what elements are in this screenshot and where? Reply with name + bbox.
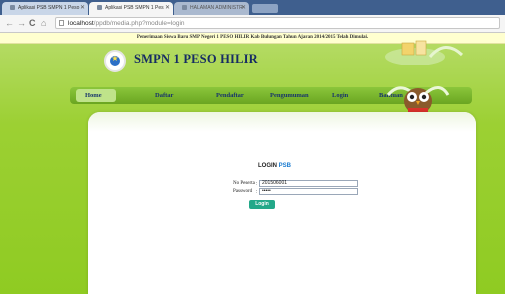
page-icon [59, 20, 64, 26]
browser-toolbar: ← → C ⌂ localhost/ppdb/media.php?module=… [0, 15, 505, 33]
menu-item-login[interactable]: Login [332, 87, 348, 104]
close-tab-icon[interactable]: ✕ [241, 2, 246, 15]
address-bar[interactable]: localhost/ppdb/media.php?module=login [55, 17, 500, 29]
menu-item-pengumuman[interactable]: Pengumuman [270, 87, 309, 104]
content-panel-shade [88, 112, 476, 132]
tab-label: Aplikasi PSB SMPN 1 Pes [105, 5, 164, 11]
tab-label: Aplikasi PSB SMPN 1 Peso [18, 5, 80, 11]
password-label: Password [233, 189, 253, 194]
colon: : [256, 189, 258, 195]
browser-tab-1[interactable]: Aplikasi PSB SMPN 1 Peso ✕ [2, 2, 88, 15]
favicon-icon [97, 5, 102, 11]
password-input[interactable]: ••••• [259, 188, 358, 195]
close-tab-icon[interactable]: ✕ [80, 2, 85, 15]
colon: : [256, 181, 258, 187]
logo-emblem-icon: ★ [110, 54, 120, 66]
favicon-icon [10, 5, 15, 11]
browser-tab-3[interactable]: HALAMAN ADMINISTR ✕ [174, 2, 249, 15]
login-heading: LOGIN PSB [258, 163, 292, 169]
login-button[interactable]: Login [249, 200, 275, 209]
new-tab-button[interactable] [252, 4, 278, 13]
close-tab-icon[interactable]: ✕ [165, 2, 170, 15]
url-text: localhost/ppdb/media.php?module=login [68, 20, 185, 27]
page-body: Penerimaan Siswa Baru SMP Negeri 1 PESO … [0, 33, 505, 294]
reload-icon[interactable]: C [29, 17, 36, 30]
menu-item-daftar[interactable]: Daftar [155, 87, 173, 104]
home-icon[interactable]: ⌂ [41, 17, 46, 30]
tab-label: HALAMAN ADMINISTR [190, 5, 243, 11]
browser-tab-2[interactable]: Aplikasi PSB SMPN 1 Pes ✕ [89, 2, 173, 15]
content-panel [88, 112, 476, 294]
back-icon[interactable]: ← [5, 17, 14, 30]
banner-decoration-icon [385, 40, 464, 65]
favicon-icon [182, 5, 187, 11]
no-peserta-label: No Peserta [233, 181, 255, 186]
menu-item-home[interactable]: Home [85, 87, 102, 104]
school-logo: ★ [104, 50, 126, 72]
site-title: SMPN 1 PESO HILIR [134, 52, 258, 66]
no-peserta-input[interactable]: 201506001 [259, 180, 358, 187]
browser-tab-bar: Aplikasi PSB SMPN 1 Peso ✕ Aplikasi PSB … [0, 0, 505, 15]
forward-icon[interactable]: → [17, 17, 26, 30]
menu-item-pendaftar[interactable]: Pendaftar [216, 87, 244, 104]
